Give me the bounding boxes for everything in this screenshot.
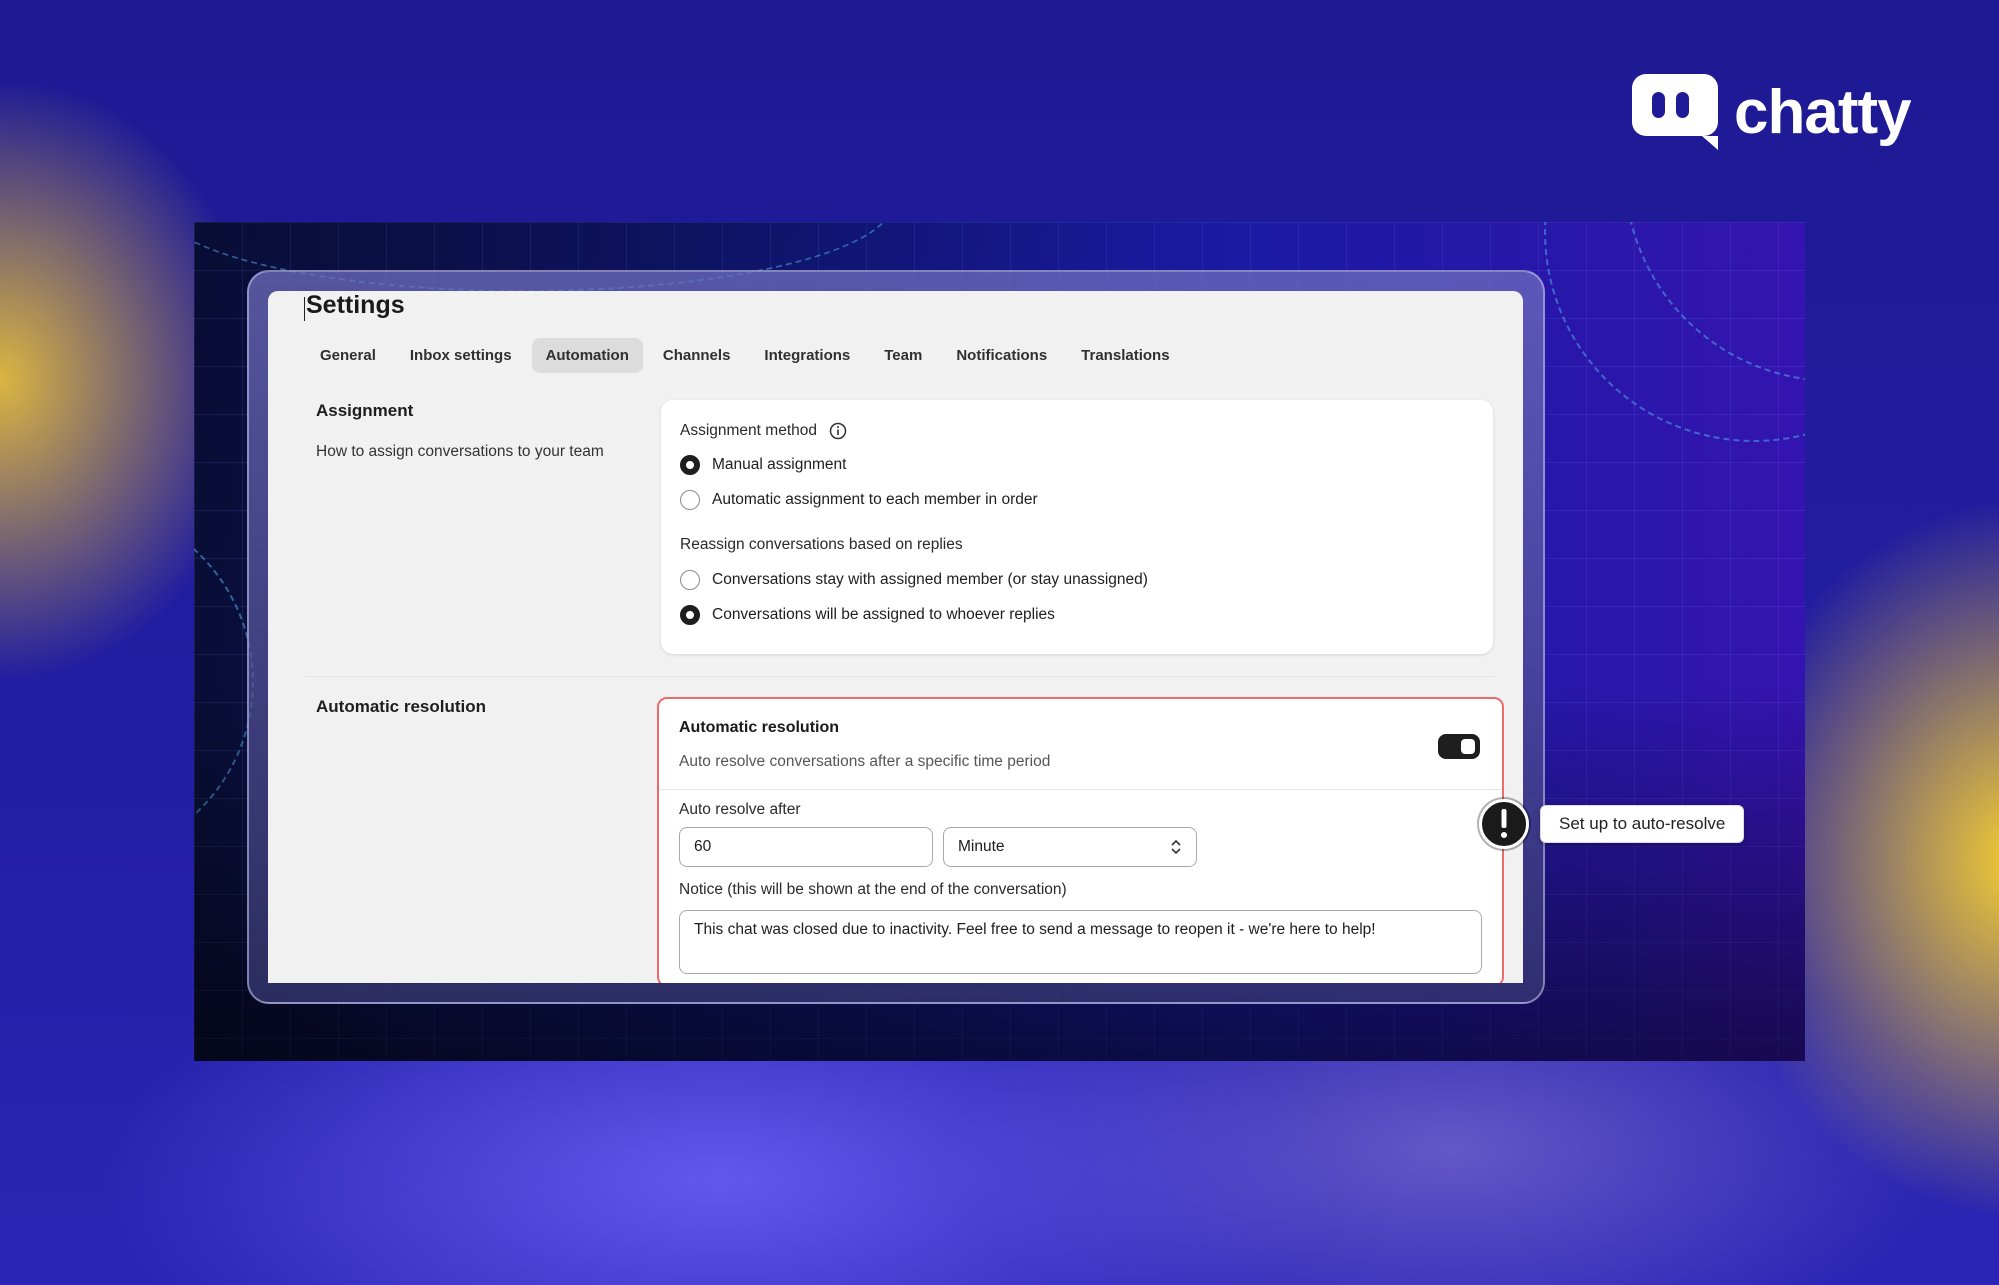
tab-channels[interactable]: Channels: [649, 338, 745, 373]
notice-textarea[interactable]: This chat was closed due to inactivity. …: [679, 910, 1482, 974]
radio-assign-to-replier[interactable]: Conversations will be assigned to whoeve…: [680, 605, 1055, 625]
resolve-after-input[interactable]: 60: [679, 827, 933, 867]
tab-inbox-settings[interactable]: Inbox settings: [396, 338, 526, 373]
assignment-card: Assignment method Manual assignment Auto…: [661, 400, 1493, 654]
radio-automatic-assignment[interactable]: Automatic assignment to each member in o…: [680, 490, 1038, 510]
assignment-section-desc: How to assign conversations to your team: [316, 443, 604, 460]
radio-stay-with-assigned[interactable]: Conversations stay with assigned member …: [680, 570, 1148, 590]
tab-integrations[interactable]: Integrations: [750, 338, 864, 373]
exclamation-icon: [1479, 799, 1529, 849]
assignment-method-label: Assignment method: [680, 422, 847, 440]
info-icon[interactable]: [829, 422, 847, 440]
tab-general[interactable]: General: [306, 338, 390, 373]
resolve-after-label: Auto resolve after: [679, 801, 801, 818]
radio-manual-assignment[interactable]: Manual assignment: [680, 455, 846, 475]
auto-resolution-toggle[interactable]: [1438, 734, 1480, 759]
settings-panel: Settings General Inbox settings Automati…: [268, 291, 1523, 983]
section-divider: [306, 676, 1495, 677]
time-unit-select[interactable]: Minute: [943, 827, 1197, 867]
auto-resolution-section-title: Automatic resolution: [316, 697, 487, 716]
tab-translations[interactable]: Translations: [1067, 338, 1183, 373]
reassign-label: Reassign conversations based on replies: [680, 536, 963, 553]
toggle-knob: [1461, 739, 1475, 754]
radio-selected-icon[interactable]: [680, 605, 700, 625]
radio-unselected-icon[interactable]: [680, 490, 700, 510]
tab-team[interactable]: Team: [870, 338, 936, 373]
radio-selected-icon[interactable]: [680, 455, 700, 475]
radio-unselected-icon[interactable]: [680, 570, 700, 590]
assignment-section-title: Assignment: [316, 401, 414, 420]
chatty-logo: chatty: [1632, 74, 1912, 150]
card-divider: [659, 789, 1502, 790]
notice-label: Notice (this will be shown at the end of…: [679, 881, 1067, 898]
auto-resolution-card-desc: Auto resolve conversations after a speci…: [679, 753, 1051, 770]
auto-resolve-callout: Set up to auto-resolve: [1479, 799, 1745, 849]
settings-tabs: General Inbox settings Automation Channe…: [306, 338, 1184, 373]
tab-notifications[interactable]: Notifications: [942, 338, 1061, 373]
chat-bubble-logo-icon: [1632, 74, 1718, 150]
page-title: Settings: [306, 291, 405, 319]
brand-name: chatty: [1734, 77, 1912, 147]
text-cursor: [304, 297, 305, 321]
auto-resolution-card-title: Automatic resolution: [679, 719, 840, 736]
auto-resolution-card: Automatic resolution Auto resolve conver…: [657, 697, 1504, 983]
callout-tooltip: Set up to auto-resolve: [1540, 805, 1745, 843]
tab-automation[interactable]: Automation: [531, 338, 643, 373]
select-chevrons-icon: [1171, 839, 1181, 855]
